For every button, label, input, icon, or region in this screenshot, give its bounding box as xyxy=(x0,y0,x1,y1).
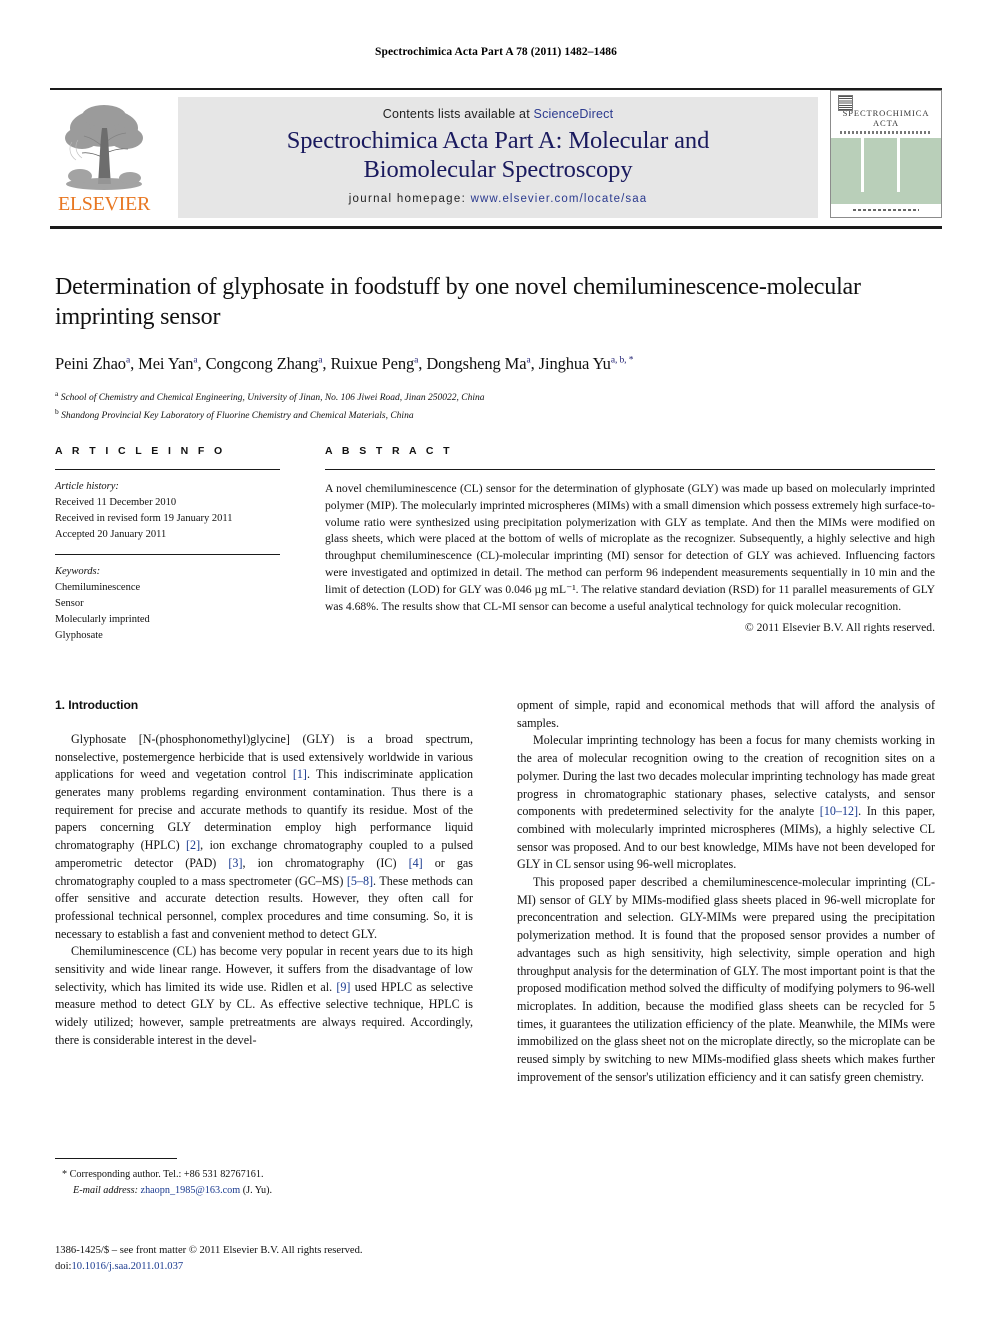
author-name: Dongsheng Ma xyxy=(426,354,527,374)
cover-title-line-2: ACTA xyxy=(872,118,900,128)
author-name: Mei Yan xyxy=(138,354,194,374)
abstract-text: A novel chemiluminescence (CL) sensor fo… xyxy=(325,482,935,613)
cover-green-band xyxy=(831,138,941,204)
author-name: Congcong Zhang xyxy=(205,354,319,374)
citation-link[interactable]: [3] xyxy=(228,856,242,870)
issn-copyright-line: 1386-1425/$ – see front matter © 2011 El… xyxy=(55,1245,363,1256)
affiliation-marker: b xyxy=(55,406,59,416)
article-info-rule-top xyxy=(55,469,280,470)
imprint-block: 1386-1425/$ – see front matter © 2011 El… xyxy=(55,1243,485,1276)
doi-link[interactable]: 10.1016/j.saa.2011.01.037 xyxy=(71,1261,183,1272)
citation-link[interactable]: [10–12] xyxy=(820,804,858,818)
keyword-item: Chemiluminescence xyxy=(55,582,141,594)
body-column-left: 1. Introduction Glyphosate [N-(phosphono… xyxy=(55,697,473,1050)
keyword-item: Sensor xyxy=(55,598,84,610)
doi-line: doi:10.1016/j.saa.2011.01.037 xyxy=(55,1259,485,1275)
elsevier-tree-icon xyxy=(58,98,150,190)
journal-masthead: ELSEVIER Contents lists available at Sci… xyxy=(50,88,942,229)
journal-homepage-link[interactable]: www.elsevier.com/locate/saa xyxy=(471,193,648,205)
contents-prefix: Contents lists available at xyxy=(382,107,534,121)
article-history-item: Received 11 December 2010 xyxy=(55,496,177,508)
citation-link[interactable]: [5–8] xyxy=(347,874,373,888)
email-link[interactable]: zhaopn_1985@163.com xyxy=(141,1185,241,1196)
title-block: Determination of glyphosate in foodstuff… xyxy=(55,272,935,423)
cover-footer-rule xyxy=(853,209,919,211)
sciencedirect-link[interactable]: ScienceDirect xyxy=(534,107,614,121)
abstract-heading: A B S T R A C T xyxy=(325,445,453,457)
article-history-label: Article history: xyxy=(55,481,119,492)
citation-link[interactable]: [4] xyxy=(409,856,423,870)
keyword-item: Glyphosate xyxy=(55,630,103,642)
affiliation-list: a School of Chemistry and Chemical Engin… xyxy=(55,388,935,423)
footnote-block: * Corresponding author. Tel.: +86 531 82… xyxy=(55,1158,473,1198)
section-title-introduction: 1. Introduction xyxy=(55,698,139,712)
body-paragraph: opment of simple, rapid and economical m… xyxy=(517,698,935,730)
footnote-rule xyxy=(55,1158,177,1160)
author-affiliation-marker: a xyxy=(125,355,131,366)
journal-banner: Contents lists available at ScienceDirec… xyxy=(178,97,818,218)
corresponding-author-note: * Corresponding author. Tel.: +86 531 82… xyxy=(62,1169,264,1181)
article-info-block: A R T I C L E I N F O Article history: R… xyxy=(55,445,280,644)
author-name: Peini Zhao xyxy=(55,354,126,374)
article-info-rule-mid xyxy=(55,553,280,556)
author-affiliation-marker: a xyxy=(526,355,531,366)
journal-title-line-1: Spectrochimica Acta Part A: Molecular an… xyxy=(286,127,710,154)
author-affiliation-marker: a xyxy=(414,355,419,366)
author-affiliation-marker: a xyxy=(193,355,198,366)
affiliation-item: a School of Chemistry and Chemical Engin… xyxy=(55,389,485,404)
email-note: E-mail address: zhaopn_1985@163.com (J. … xyxy=(55,1183,473,1198)
article-history-item: Accepted 20 January 2011 xyxy=(55,528,167,540)
email-label: E-mail address: xyxy=(73,1184,138,1196)
author-affiliation-marker: a xyxy=(318,355,323,366)
page-title: Determination of glyphosate in foodstuff… xyxy=(55,274,861,331)
author-list: Peini Zhaoa, Mei Yana, Congcong Zhanga, … xyxy=(55,354,634,374)
journal-title-line-2: Biomolecular Spectroscopy xyxy=(363,155,633,183)
article-history-item: Received in revised form 19 January 2011 xyxy=(55,512,233,524)
elsevier-wordmark: ELSEVIER xyxy=(57,193,151,215)
citation-link[interactable]: [2] xyxy=(186,838,200,852)
left-column-paragraphs: Glyphosate [N-(phosphonomethyl)glycine] … xyxy=(55,731,473,1050)
journal-cover-thumbnail: SPECTROCHIMICA ACTA xyxy=(830,90,942,218)
email-suffix: (J. Yu). xyxy=(242,1184,273,1196)
citation-link[interactable]: [1] xyxy=(293,767,307,781)
masthead-bottom-rule xyxy=(50,226,942,229)
contents-line: Contents lists available at ScienceDirec… xyxy=(178,97,818,121)
body-paragraph: This proposed paper described a chemilum… xyxy=(517,875,936,1084)
elsevier-logo: ELSEVIER xyxy=(52,96,156,218)
journal-title: Spectrochimica Acta Part A: Molecular an… xyxy=(178,127,818,184)
author-name: Ruixue Peng xyxy=(330,354,415,374)
article-history-group: Article history: Received 11 December 20… xyxy=(55,479,280,543)
cover-subtitle-rule xyxy=(840,131,932,134)
right-column-paragraphs: opment of simple, rapid and economical m… xyxy=(517,697,935,1086)
body-paragraph: Chemiluminescence (CL) has become very p… xyxy=(55,944,473,1047)
keywords-group: Keywords: Chemiluminescence Sensor Molec… xyxy=(55,564,280,644)
abstract-block: A B S T R A C T A novel chemiluminescenc… xyxy=(325,445,935,634)
affiliation-marker: a xyxy=(55,389,59,399)
keyword-item: Molecularly imprinted xyxy=(55,614,150,626)
journal-homepage-line: journal homepage: www.elsevier.com/locat… xyxy=(178,193,818,205)
article-info-heading: A R T I C L E I N F O xyxy=(55,445,226,457)
keywords-label: Keywords: xyxy=(55,566,101,578)
doi-label: doi: xyxy=(55,1261,72,1273)
cover-stripe-1 xyxy=(861,138,864,192)
author-affiliation-marker: a, b, * xyxy=(610,355,634,366)
author-name: Jinghua Yu xyxy=(538,354,611,374)
body-paragraph: Molecular imprinting technology has been… xyxy=(517,733,935,872)
abstract-copyright: © 2011 Elsevier B.V. All rights reserved… xyxy=(744,621,935,635)
body-paragraph: Glyphosate [N-(phosphonomethyl)glycine] … xyxy=(55,731,473,941)
body-column-right: opment of simple, rapid and economical m… xyxy=(517,697,935,1086)
homepage-prefix: journal homepage: xyxy=(348,193,471,206)
abstract-rule xyxy=(325,469,935,470)
cover-header: SPECTROCHIMICA ACTA xyxy=(831,91,941,135)
citation-link[interactable]: [9] xyxy=(336,980,350,994)
running-head: Spectrochimica Acta Part A 78 (2011) 148… xyxy=(374,46,618,58)
cover-mini-logo-icon xyxy=(838,95,853,111)
affiliation-item: b Shandong Provincial Key Laboratory of … xyxy=(55,406,414,422)
masthead-top-rule xyxy=(50,88,942,90)
cover-stripe-2 xyxy=(897,138,900,192)
article-first-page: Spectrochimica Acta Part A 78 (2011) 148… xyxy=(0,0,992,1323)
